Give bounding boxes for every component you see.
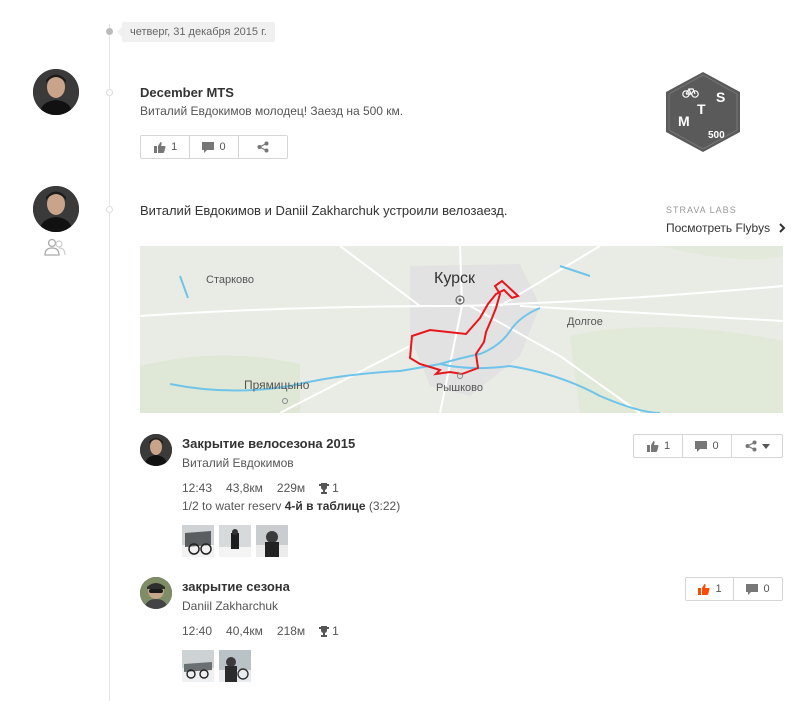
activity-time: 12:43 [182, 481, 213, 495]
activity-segment: 1/2 to water reserv 4-й в таблице (3:22) [182, 499, 400, 513]
kudos-button[interactable]: 1 [141, 136, 191, 158]
segment-time: (3:22) [368, 499, 401, 513]
avatar[interactable] [33, 69, 79, 115]
caret-down-icon [761, 443, 770, 449]
comments-count: 0 [219, 141, 226, 153]
badge-letter-m: M [678, 113, 690, 129]
challenge-subtitle: Виталий Евдокимов молодец! Заезд на 500 … [140, 104, 404, 118]
share-icon [745, 440, 756, 452]
chevron-right-icon [778, 223, 785, 233]
timeline-dot [106, 28, 113, 35]
share-button[interactable] [239, 136, 287, 158]
activity-title[interactable]: закрытие сезона [182, 579, 290, 594]
comments-count: 0 [712, 440, 719, 452]
achievements-count: 1 [332, 624, 339, 638]
comment-button[interactable]: 0 [190, 136, 239, 158]
thumbs-up-icon [154, 142, 166, 153]
comment-icon [746, 583, 759, 595]
share-dropdown-button[interactable] [732, 435, 782, 457]
kudos-button[interactable]: 1 [634, 435, 683, 457]
activity-stats: 12:43 43,8км 229м 1 [182, 481, 339, 495]
thumbs-up-icon [646, 441, 659, 452]
avatar[interactable] [140, 577, 172, 609]
group-ride-icon [44, 238, 66, 256]
activity-title[interactable]: Закрытие велосезона 2015 [182, 436, 355, 451]
segment-rank: 4-й в таблице [284, 499, 366, 513]
photo-thumbnail[interactable] [219, 525, 251, 557]
thumbs-up-active-icon [698, 584, 710, 595]
date-tag: четверг, 31 декабря 2015 г. [117, 22, 275, 42]
timeline-line [109, 24, 110, 701]
activity-stats: 12:40 40,4км 218м 1 [182, 624, 339, 638]
activity-athlete[interactable]: Виталий Евдокимов [182, 456, 294, 470]
trophy-icon [319, 482, 330, 494]
comments-count: 0 [763, 583, 770, 595]
activity-actions: 1 0 [685, 577, 783, 601]
comment-button[interactable]: 0 [683, 435, 732, 457]
activity-actions: 1 0 [633, 434, 783, 458]
map-label-pryamitsyno: Прямицыно [244, 378, 310, 392]
avatar[interactable] [33, 186, 79, 232]
kudos-button[interactable]: 1 [686, 578, 735, 600]
strava-labs-label: STRAVA LABS [666, 205, 737, 215]
map-label-dolgoe: Долгое [567, 316, 603, 328]
badge-number: 500 [708, 130, 725, 141]
timeline-node [106, 206, 113, 213]
achievements-count: 1 [332, 481, 339, 495]
photo-thumbnail[interactable] [219, 650, 251, 682]
segment-name[interactable]: 1/2 to water reserv [182, 499, 281, 513]
map-label-kursk: Курск [434, 270, 476, 287]
map-label-starkovo: Старково [206, 274, 254, 286]
badge-letter-t: T [697, 101, 706, 117]
trophy-icon [319, 625, 330, 637]
group-ride-map[interactable]: Курск Старково Долгое Прямицыно Рышково [140, 246, 783, 413]
flyby-link-label[interactable]: Посмотреть Flybys [666, 221, 770, 235]
activity-distance: 40,4км [226, 624, 263, 638]
challenge-actions: 1 0 [140, 135, 288, 159]
activity-time: 12:40 [182, 624, 213, 638]
kudos-count: 1 [715, 583, 722, 595]
activity-elevation: 218м [276, 624, 306, 638]
flyby-link[interactable]: Посмотреть Flybys [666, 221, 786, 235]
activity-athlete[interactable]: Daniil Zakharchuk [182, 599, 278, 613]
timeline-node [106, 89, 113, 96]
challenge-title[interactable]: December MTS [140, 85, 234, 100]
photo-thumbnail[interactable] [256, 525, 288, 557]
challenge-badge[interactable]: M T S 500 [664, 70, 742, 154]
comment-button[interactable]: 0 [734, 578, 782, 600]
avatar[interactable] [140, 434, 172, 466]
kudos-count: 1 [171, 141, 178, 153]
badge-letter-s: S [716, 89, 725, 105]
activity-distance: 43,8км [226, 481, 263, 495]
activity-achievements: 1 [319, 624, 339, 638]
comment-icon [695, 440, 708, 452]
photo-thumbnail[interactable] [182, 525, 214, 557]
activity-achievements: 1 [319, 481, 339, 495]
group-ride-text: Виталий Евдокимов и Daniil Zakharchuk ус… [140, 203, 508, 218]
photo-thumbnail[interactable] [182, 650, 214, 682]
activity-elevation: 229м [276, 481, 306, 495]
comment-icon [202, 141, 215, 153]
map-label-ryshkovo: Рышково [436, 382, 483, 394]
kudos-count: 1 [663, 440, 671, 452]
share-icon [257, 141, 269, 153]
